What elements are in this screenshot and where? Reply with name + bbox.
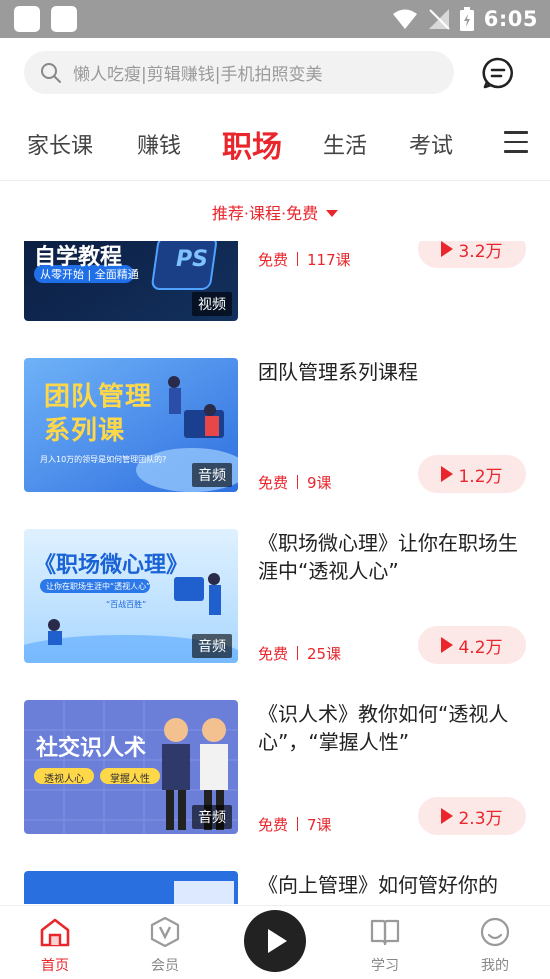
media-type-badge: 音频 [192, 805, 232, 829]
message-icon[interactable] [480, 55, 516, 91]
price-label: 免费 [258, 474, 289, 492]
play-count-button[interactable]: 3.2万 [418, 241, 526, 268]
thumb-tag: 掌握人性 [110, 774, 150, 785]
media-type-badge: 音频 [192, 463, 232, 487]
course-title: 《识人术》教你如何“透视人心”，“掌握人性” [258, 702, 509, 754]
price-label: 免费 [258, 251, 289, 269]
divider [0, 180, 550, 181]
nav-label: 首页 [41, 958, 69, 974]
thumb-title: 《职场微心理》 [34, 553, 189, 578]
search-placeholder: 懒人吃瘦|剪辑赚钱|手机拍照变美 [73, 65, 323, 85]
filter-dropdown[interactable]: 推荐·课程·免费 [0, 200, 550, 224]
vip-icon [150, 916, 180, 948]
thumb-title: 社交识人术 [36, 736, 147, 761]
play-icon [441, 808, 454, 824]
caret-down-icon [326, 210, 339, 217]
lesson-count: 117课 [307, 251, 351, 269]
price-label: 免费 [258, 816, 289, 834]
media-type-badge: 音频 [192, 634, 232, 658]
wifi-icon [392, 9, 417, 29]
play-count: 2.3万 [458, 808, 503, 829]
course-meta: 免费 25课 [258, 643, 341, 664]
app-screen: 6:05 懒人吃瘦|剪辑赚钱|手机拍照变美 家长课 赚钱 职场 生活 考试 推荐… [0, 0, 550, 979]
nav-study[interactable]: 学习 [345, 906, 425, 979]
course-item[interactable]: 《向上管理》如何管好你的 [0, 871, 550, 904]
play-icon [268, 929, 287, 953]
course-item[interactable]: 自学教程 从零开始 | 全面精通 PS 视频 免费 117课 3.2万 [0, 241, 550, 323]
play-icon [441, 637, 454, 653]
thumb-tag: 透视人心 [44, 774, 84, 785]
course-meta: 免费 7课 [258, 814, 332, 835]
nav-label: 学习 [371, 958, 399, 974]
tab-workplace[interactable]: 职场 [222, 122, 282, 166]
tab-parenting[interactable]: 家长课 [27, 128, 93, 160]
thumb-subtitle: 让你在职场生涯中“透视人心” [46, 582, 151, 591]
course-item[interactable]: 团队管理系列课 月入10万的领导是如何管理团队的? 音频 团队管理系列课程 免费… [0, 358, 550, 494]
course-thumbnail: 团队管理系列课 月入10万的领导是如何管理团队的? 音频 [24, 358, 238, 492]
thumb-subtitle-2: “百战百胜” [106, 600, 147, 609]
course-item[interactable]: 社交识人术 透视人心 掌握人性 音频 《识人术》教你如何“透视人心”，“掌握人性… [0, 700, 550, 836]
play-count-button[interactable]: 4.2万 [418, 626, 526, 664]
course-meta: 免费 9课 [258, 472, 332, 493]
category-tabs: 家长课 赚钱 职场 生活 考试 [0, 120, 550, 172]
status-bar: 6:05 [0, 0, 550, 38]
course-thumbnail: 自学教程 从零开始 | 全面精通 PS 视频 [24, 241, 238, 321]
center-play-button[interactable] [244, 910, 306, 972]
book-icon [370, 919, 400, 946]
play-count: 3.2万 [458, 241, 503, 262]
play-count-button[interactable]: 1.2万 [418, 455, 526, 493]
thumb-subtitle: 月入10万的领导是如何管理团队的? [40, 455, 167, 464]
filter-label: 推荐·课程·免费 [211, 204, 319, 223]
status-time: 6:05 [483, 7, 538, 31]
thumb-title: 团队管理系列课 [44, 382, 153, 446]
search-input[interactable]: 懒人吃瘦|剪辑赚钱|手机拍照变美 [24, 51, 454, 94]
course-thumbnail [24, 871, 238, 904]
nav-vip[interactable]: 会员 [125, 906, 205, 979]
course-title: 团队管理系列课程 [258, 360, 418, 384]
nav-home[interactable]: 首页 [15, 906, 95, 979]
course-meta: 免费 117课 [258, 249, 351, 270]
price-label: 免费 [258, 645, 289, 663]
search-icon [41, 62, 61, 83]
nav-label: 我的 [481, 958, 509, 974]
tab-exam[interactable]: 考试 [409, 128, 453, 160]
profile-icon [480, 917, 510, 947]
nav-label: 会员 [151, 958, 179, 974]
play-icon [441, 241, 454, 257]
thumb-subtitle: 从零开始 | 全面精通 [40, 268, 139, 281]
tab-earn-money[interactable]: 赚钱 [137, 128, 181, 160]
nav-profile[interactable]: 我的 [455, 906, 535, 979]
battery-icon [459, 7, 474, 31]
play-icon [441, 466, 454, 482]
course-thumbnail: 《职场微心理》 让你在职场生涯中“透视人心” “百战百胜” 音频 [24, 529, 238, 663]
course-title: 《职场微心理》让你在职场生涯中“透视人心” [258, 531, 518, 583]
course-thumbnail: 社交识人术 透视人心 掌握人性 音频 [24, 700, 238, 834]
no-signal-icon [428, 9, 450, 30]
play-count-button[interactable]: 2.3万 [418, 797, 526, 835]
lesson-count: 9课 [307, 474, 332, 492]
lesson-count: 25课 [307, 645, 342, 663]
play-count: 1.2万 [458, 466, 503, 487]
course-list: 自学教程 从零开始 | 全面精通 PS 视频 免费 117课 3.2万 团队管理系… [0, 241, 550, 904]
tab-life[interactable]: 生活 [323, 128, 367, 160]
course-title: 《向上管理》如何管好你的 [258, 873, 498, 897]
media-type-badge: 视频 [192, 292, 232, 316]
play-count: 4.2万 [458, 637, 503, 658]
notification-icon [14, 6, 40, 32]
home-icon [40, 918, 70, 947]
menu-icon[interactable] [504, 131, 528, 157]
photoshop-icon: PS [176, 247, 208, 272]
lesson-count: 7课 [307, 816, 332, 834]
notification-icon [51, 6, 77, 32]
course-item[interactable]: 《职场微心理》 让你在职场生涯中“透视人心” “百战百胜” 音频 《职场微心理》… [0, 529, 550, 665]
